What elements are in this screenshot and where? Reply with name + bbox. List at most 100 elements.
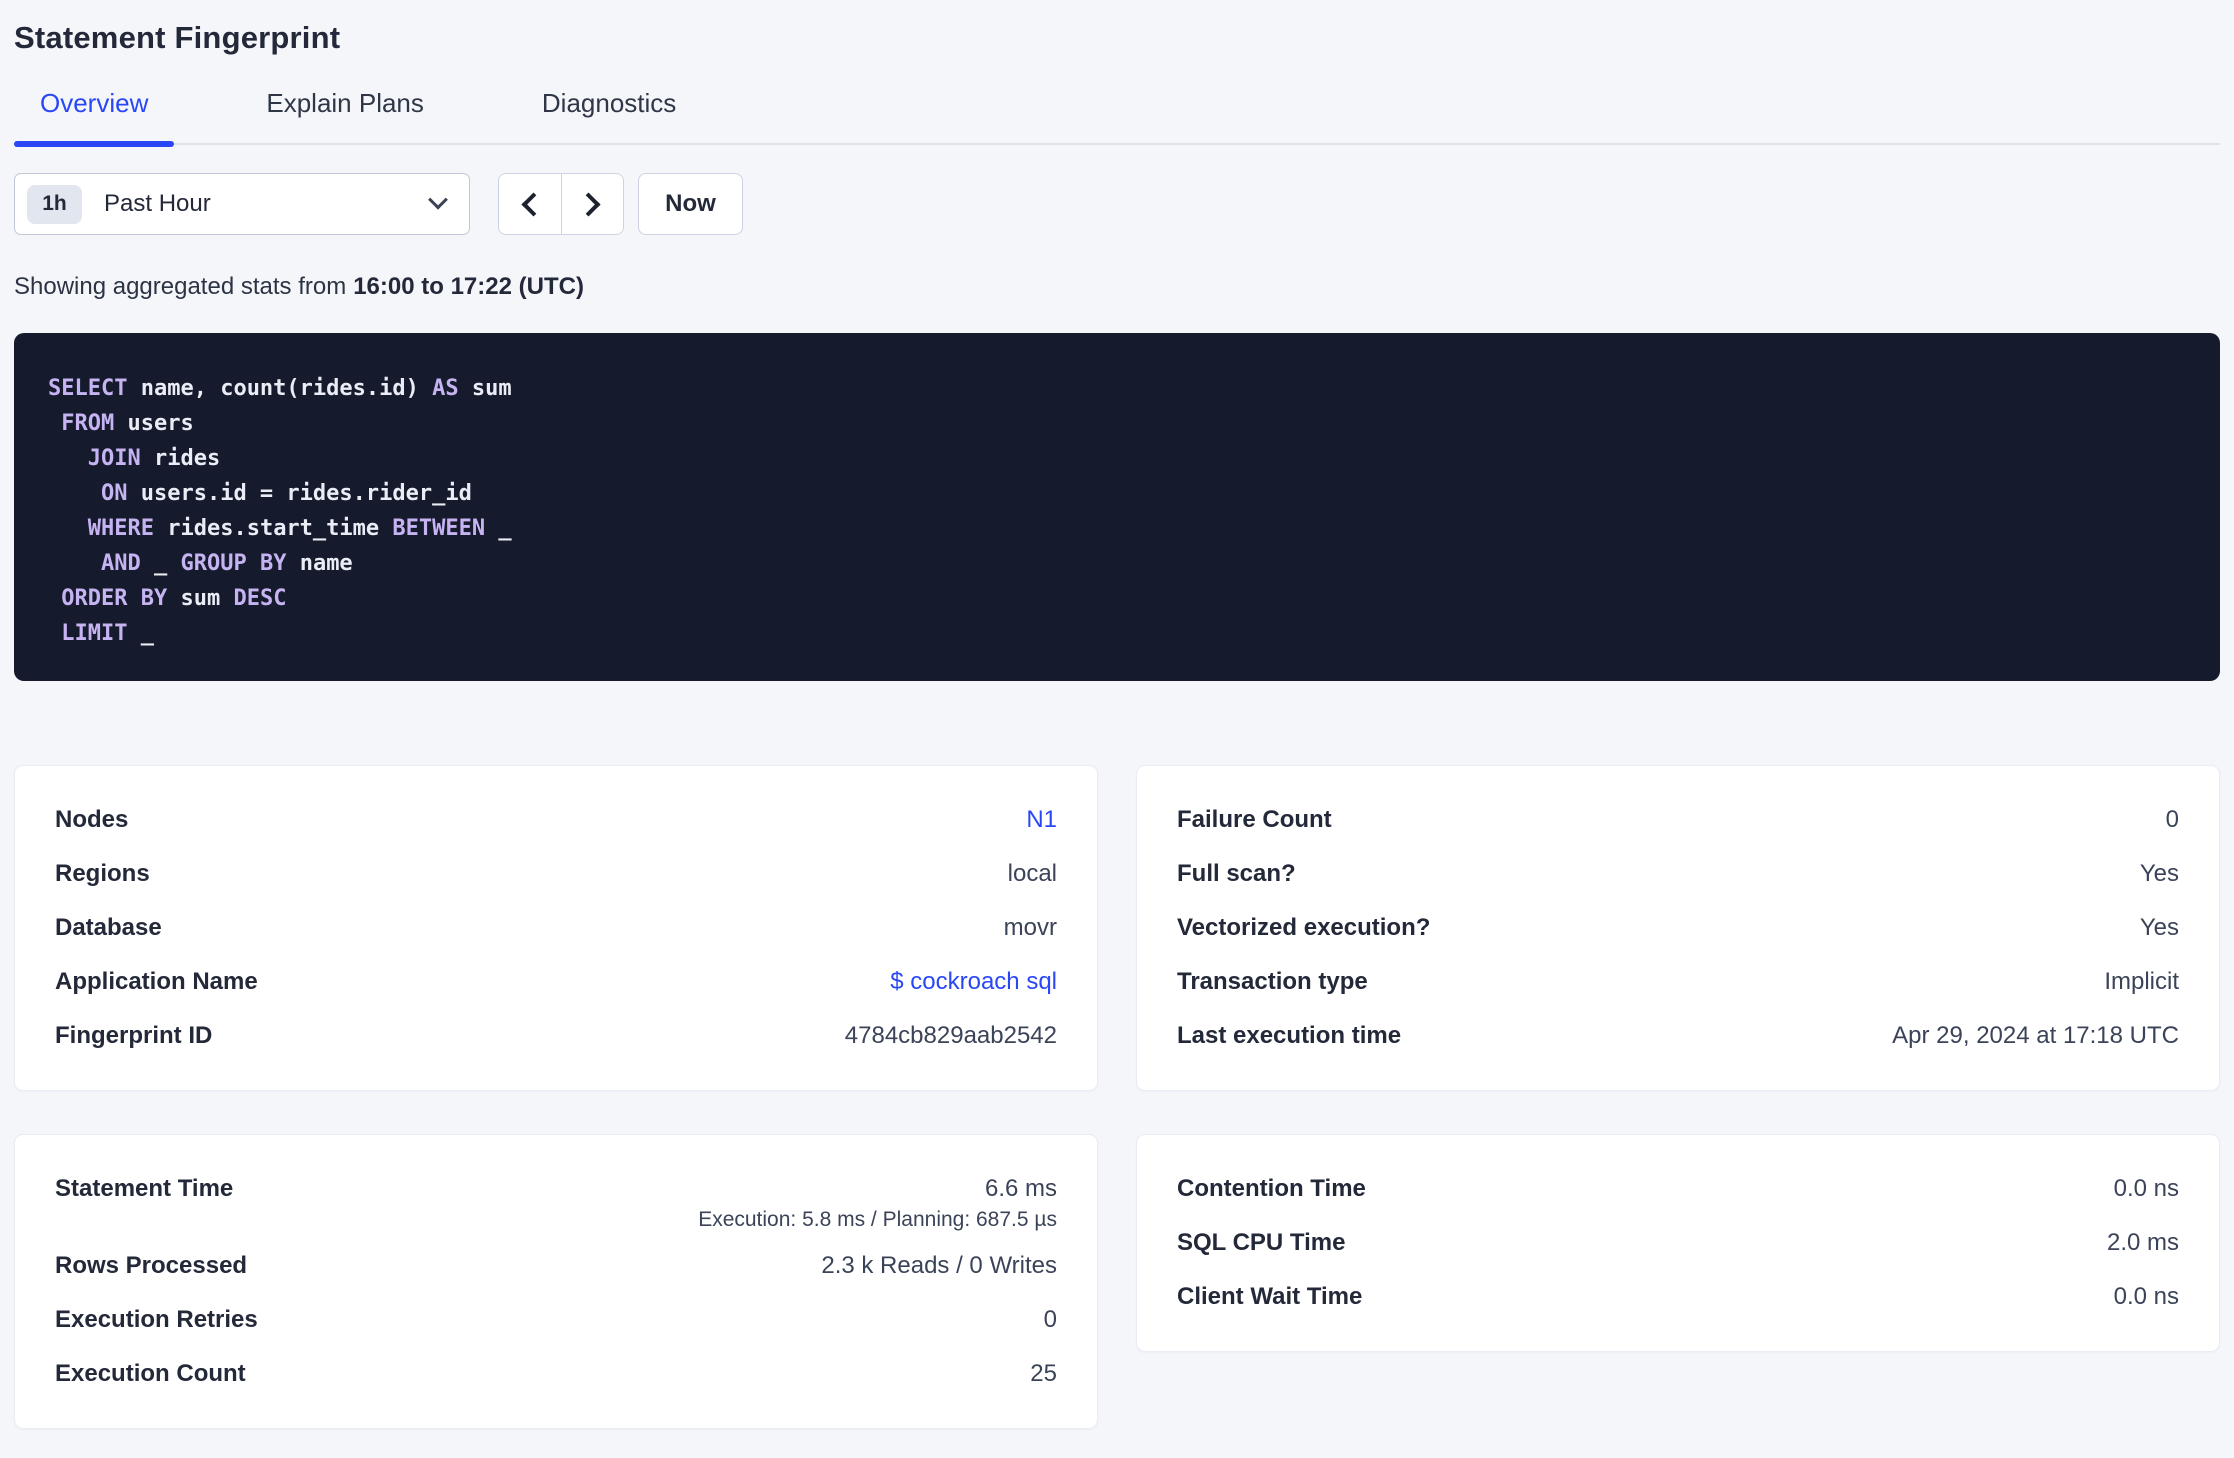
row-value-link[interactable]: $ cockroach sql [890,955,1057,1009]
time-range-badge: 1h [27,184,82,224]
sql-line: SELECT name, count(rides.id) AS sum [48,371,2186,406]
row-label: Application Name [55,968,258,995]
sql-line: WHERE rides.start_time BETWEEN _ [48,511,2186,546]
row-label: Rows Processed [55,1252,248,1279]
row-values: 4784cb829aab2542 [845,1009,1057,1063]
sql-keyword: WHERE [87,516,154,541]
sql-text: sum [458,376,512,401]
row-label: Statement Time [55,1175,234,1202]
sql-keyword: ORDER BY [61,586,168,611]
sql-keyword: FROM [61,411,115,436]
sql-text: rides [140,446,221,471]
tab-overview[interactable]: Overview [14,88,175,147]
sql-keyword: AS [432,376,459,401]
row-value-link[interactable]: N1 [1026,793,1057,847]
now-button[interactable]: Now [638,173,743,235]
row-label: SQL CPU Time [1177,1229,1346,1256]
sql-text: sum [167,586,234,611]
row-values: Apr 29, 2024 at 17:18 UTC [1892,1009,2179,1063]
card-row-database: Database movr [55,901,1057,955]
sql-line: ORDER BY sum DESC [48,581,2186,616]
statement-timing-card: Statement Time 6.6 ms Execution: 5.8 ms / … [14,1134,1098,1429]
row-values: local [1008,847,1057,901]
card-row-contention-time: Contention Time 0.0 ns [1177,1162,2179,1216]
next-time-button[interactable] [561,174,623,234]
chevron-left-icon [521,191,546,217]
time-range-label: Past Hour [104,190,211,217]
row-values: $ cockroach sql [890,955,1057,1009]
sql-text: users [114,411,194,436]
row-value: 0 [2165,806,2179,833]
sql-keyword: ON [100,481,128,506]
row-value: Implicit [2104,968,2179,995]
row-values: 0.0 ns [2114,1270,2179,1324]
time-toolbar: 1h Past Hour Now [14,173,2220,235]
card-row-execution-retries: Execution Retries 0 [55,1293,1057,1347]
statement-fingerprint-page: Statement Fingerprint Overview Explain Pl… [0,0,2234,1429]
row-label: Transaction type [1177,968,1368,995]
row-values: movr [1004,901,1057,955]
sql-text: rides.start_time [153,516,393,541]
row-label: Client Wait Time [1177,1283,1363,1310]
sql-line: JOIN rides [48,441,2186,476]
sql-statement-code: SELECT name, count(rides.id) AS sum FROM… [48,371,2186,651]
card-row-sql-cpu-time: SQL CPU Time 2.0 ms [1177,1216,2179,1270]
sql-line: AND _ GROUP BY name [48,546,2186,581]
row-label: Contention Time [1177,1175,1366,1202]
row-values: Yes [2140,901,2179,955]
page-title: Statement Fingerprint [14,20,341,55]
summary-time-range: 16:00 to 17:22 (UTC) [353,273,584,300]
row-values: 0 [2166,793,2179,847]
row-value: 25 [1030,1360,1057,1387]
row-values: 0 [1044,1293,1057,1347]
card-row-full-scan: Full scan? Yes [1177,847,2179,901]
row-label: Full scan? [1177,860,1296,887]
row-subvalue: Execution: 5.8 ms / Planning: 687.5 µs [698,1208,1057,1231]
row-value: 4784cb829aab2542 [844,1022,1057,1049]
previous-time-button[interactable] [499,174,562,234]
sql-text: _ [140,551,181,576]
sql-text: _ [485,516,512,541]
row-values: 2.0 ms [2107,1216,2179,1270]
sql-text: users.id = rides.rider_id [127,481,472,506]
sql-statement-box: SELECT name, count(rides.id) AS sum FROM… [14,333,2220,681]
time-step-buttons [498,173,624,235]
row-value: Yes [2139,860,2179,887]
row-value: local [1007,860,1057,887]
card-row-regions: Regions local [55,847,1057,901]
card-row-application-name: Application Name $ cockroach sql [55,955,1057,1009]
row-values: 25 [1030,1347,1057,1401]
time-range-picker[interactable]: 1h Past Hour [14,173,470,235]
tab-diagnostics[interactable]: Diagnostics [516,88,702,143]
row-value: 0.0 ns [2113,1175,2179,1202]
row-label: Regions [55,860,150,887]
aggregated-stats-summary: Showing aggregated stats from 16:00 to 17… [14,273,2220,301]
row-value: 0 [1043,1306,1057,1333]
card-row-failure-count: Failure Count 0 [1177,793,2179,847]
summary-cards: Nodes N1 Regions local Database movr Applicati… [14,765,2220,1429]
card-row-fingerprint-id: Fingerprint ID 4784cb829aab2542 [55,1009,1057,1063]
row-value: movr [1003,914,1057,941]
row-label: Failure Count [1177,806,1332,833]
sql-line: LIMIT _ [48,616,2186,651]
row-value: 2.3 k Reads / 0 Writes [821,1252,1057,1279]
active-tab-underline [14,141,175,147]
row-values: 2.3 k Reads / 0 Writes [821,1239,1057,1293]
row-label: Vectorized execution? [1177,914,1431,941]
row-values: Yes [2140,847,2179,901]
card-row-rows-processed: Rows Processed 2.3 k Reads / 0 Writes [55,1239,1057,1293]
row-value: 2.0 ms [2106,1229,2179,1256]
sql-keyword: LIMIT [61,621,128,646]
wait-time-card: Contention Time 0.0 ns SQL CPU Time 2.0 ms C… [1136,1134,2220,1352]
row-value: 0.0 ns [2113,1283,2179,1310]
execution-attributes-card: Failure Count 0 Full scan? Yes Vectorized ex… [1136,765,2220,1091]
card-row-vectorized-execution: Vectorized execution? Yes [1177,901,2179,955]
row-label: Database [55,914,162,941]
summary-prefix: Showing aggregated stats from [14,273,347,300]
tab-explain-plans[interactable]: Explain Plans [240,88,450,143]
sql-keyword: JOIN [87,446,141,471]
